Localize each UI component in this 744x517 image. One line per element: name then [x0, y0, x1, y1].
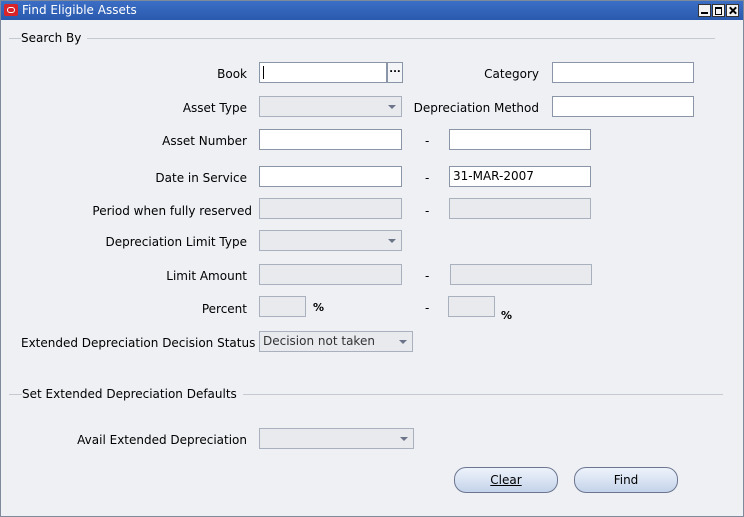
asset-number-to-input[interactable]: [449, 129, 591, 150]
percent-to-input: [448, 296, 495, 317]
asset-type-label: Asset Type: [182, 101, 247, 115]
date-in-service-from-input[interactable]: [259, 166, 402, 187]
find-button-label: Find: [613, 473, 639, 487]
ext-dep-decision-select[interactable]: Decision not taken: [259, 331, 413, 352]
book-label: Book: [217, 67, 247, 81]
range-separator: -: [425, 134, 430, 148]
find-button[interactable]: Find: [574, 467, 678, 493]
avail-ext-dep-label: Avail Extended Depreciation: [77, 433, 247, 447]
clear-button-label: Clear: [490, 473, 522, 487]
ext-dep-decision-label: Extended Depreciation Decision Status: [21, 336, 256, 350]
minimize-icon[interactable]: [698, 4, 711, 17]
range-separator: -: [425, 269, 430, 283]
limit-amount-to-input: [450, 264, 592, 285]
find-eligible-assets-window: Find Eligible Assets Search By Book ... …: [0, 0, 744, 517]
section-divider: [9, 38, 715, 39]
window-title: Find Eligible Assets: [22, 3, 137, 17]
range-separator: -: [425, 171, 430, 185]
book-input[interactable]: [259, 62, 387, 83]
asset-type-select[interactable]: [259, 96, 402, 117]
percent-from-input: [259, 296, 306, 317]
depreciation-method-label: Depreciation Method: [413, 101, 539, 115]
period-fully-reserved-to-input: [449, 198, 591, 219]
period-fully-reserved-from-input: [259, 198, 402, 219]
title-bar[interactable]: Find Eligible Assets: [1, 1, 743, 20]
avail-ext-dep-select[interactable]: [259, 428, 414, 449]
depreciation-limit-type-label: Depreciation Limit Type: [105, 235, 247, 249]
maximize-icon[interactable]: [712, 4, 725, 17]
book-lov-button[interactable]: ...: [387, 62, 403, 83]
percent-symbol: %: [313, 301, 325, 314]
category-input[interactable]: [552, 62, 694, 83]
period-fully-reserved-label: Period when fully reserved: [92, 204, 252, 218]
clear-button[interactable]: Clear: [454, 467, 558, 493]
asset-number-from-input[interactable]: [259, 129, 402, 150]
date-in-service-to-input[interactable]: 31-MAR-2007: [449, 166, 591, 187]
percent-label: Percent: [201, 302, 247, 316]
date-in-service-label: Date in Service: [155, 171, 247, 185]
percent-symbol: %: [501, 309, 513, 322]
asset-number-label: Asset Number: [162, 134, 247, 148]
depreciation-limit-type-select[interactable]: [259, 230, 402, 251]
defaults-heading: Set Extended Depreciation Defaults: [22, 387, 243, 401]
depreciation-method-input[interactable]: [552, 96, 694, 117]
category-label: Category: [484, 67, 539, 81]
range-separator: -: [425, 301, 430, 315]
oracle-logo-icon: [4, 4, 18, 16]
search-by-heading: Search By: [21, 31, 88, 45]
close-icon[interactable]: [726, 4, 739, 17]
text-cursor: [263, 66, 264, 79]
limit-amount-label: Limit Amount: [166, 269, 247, 283]
limit-amount-from-input: [259, 264, 402, 285]
range-separator: -: [425, 204, 430, 218]
